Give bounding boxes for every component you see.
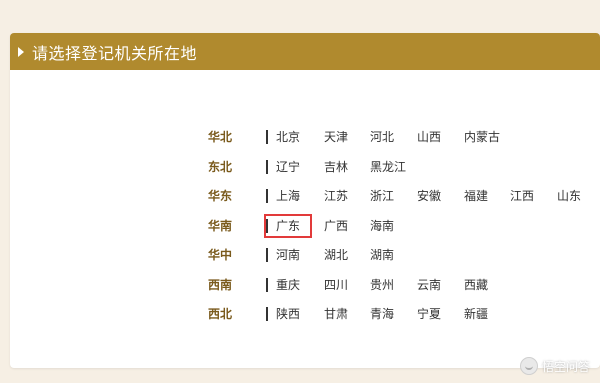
- province-link[interactable]: 湖南: [370, 245, 394, 265]
- province-link[interactable]: 甘肃: [324, 304, 348, 324]
- province-link[interactable]: 陕西: [276, 304, 300, 324]
- province-link[interactable]: 山东: [557, 186, 581, 206]
- province-link[interactable]: 天津: [324, 127, 348, 147]
- province-link[interactable]: 广东: [263, 213, 313, 238]
- region-label: 华北: [208, 130, 233, 144]
- watermark-text: 悟空问答: [541, 359, 590, 374]
- province-link[interactable]: 上海: [276, 186, 300, 206]
- province-link[interactable]: 云南: [417, 275, 441, 295]
- region-list: 华北 北京 天津 河北 山西 内蒙古东北 辽宁 吉林 黑龙江华东 上海 江苏 浙江 安徽 福建 江西 山东华南…: [10, 33, 600, 368]
- row-divider: [266, 277, 268, 292]
- province-link[interactable]: 宁夏: [417, 304, 441, 324]
- region-label: 东北: [208, 159, 233, 174]
- province-link[interactable]: 江苏: [324, 186, 348, 206]
- province-link[interactable]: 辽宁: [276, 157, 300, 177]
- region-row: 华北 北京 天津 河北 山西 内蒙古: [10, 127, 600, 147]
- province-link[interactable]: 内蒙古: [464, 127, 500, 147]
- province-link[interactable]: 江西: [510, 186, 534, 206]
- province-link[interactable]: 海南: [370, 216, 394, 236]
- wukong-logo-icon: [519, 357, 538, 375]
- row-divider: [266, 130, 268, 144]
- province-link[interactable]: 贵州: [370, 275, 394, 295]
- region-selector-panel: 请选择登记机关所在地 华北 北京 天津 河北 山西 内蒙古 东北 辽宁 吉林 黑龙江 华东 上海 江苏浙…: [10, 33, 600, 368]
- province-link[interactable]: 广西: [324, 216, 348, 236]
- region-label: 西南: [208, 277, 233, 292]
- region-row: 东北 辽宁 吉林 黑龙江: [10, 157, 600, 177]
- province-link[interactable]: 西藏: [464, 275, 488, 295]
- province-link[interactable]: 四川: [324, 275, 348, 295]
- row-divider: [266, 307, 268, 321]
- province-link[interactable]: 北京: [276, 127, 300, 147]
- province-link[interactable]: 河北: [370, 127, 394, 147]
- province-link[interactable]: 青海: [370, 304, 394, 324]
- region-label: 西北: [208, 307, 233, 321]
- province-link[interactable]: 黑龙江: [370, 157, 406, 177]
- region-row: 华南 广东 广西 海南: [10, 213, 600, 238]
- row-divider: [266, 189, 268, 203]
- region-row: 华东 上海 江苏 浙江 安徽 福建 江西 山东: [10, 186, 600, 206]
- region-label: 华南: [208, 218, 233, 233]
- province-link[interactable]: 山西: [417, 127, 441, 147]
- province-link[interactable]: 新疆: [464, 304, 488, 324]
- province-link[interactable]: 浙江: [370, 186, 394, 206]
- province-link[interactable]: 吉林: [324, 157, 348, 177]
- row-divider: [266, 159, 268, 174]
- region-row: 华中 河南 湖北 湖南: [10, 245, 600, 265]
- province-link[interactable]: 福建: [464, 186, 488, 206]
- province-link[interactable]: 河南: [276, 245, 300, 265]
- province-link[interactable]: 安徽: [417, 186, 441, 206]
- region-row: 西北 陕西 甘肃 青海 宁夏 新疆: [10, 304, 600, 324]
- watermark: 悟空问答: [519, 357, 590, 375]
- region-row: 西南 重庆 四川 贵州 云南 西藏: [10, 275, 600, 295]
- row-divider: [266, 248, 268, 262]
- region-label: 华东: [208, 189, 233, 203]
- region-label: 华中: [208, 248, 233, 262]
- province-link[interactable]: 重庆: [276, 275, 300, 295]
- province-link[interactable]: 湖北: [324, 245, 348, 265]
